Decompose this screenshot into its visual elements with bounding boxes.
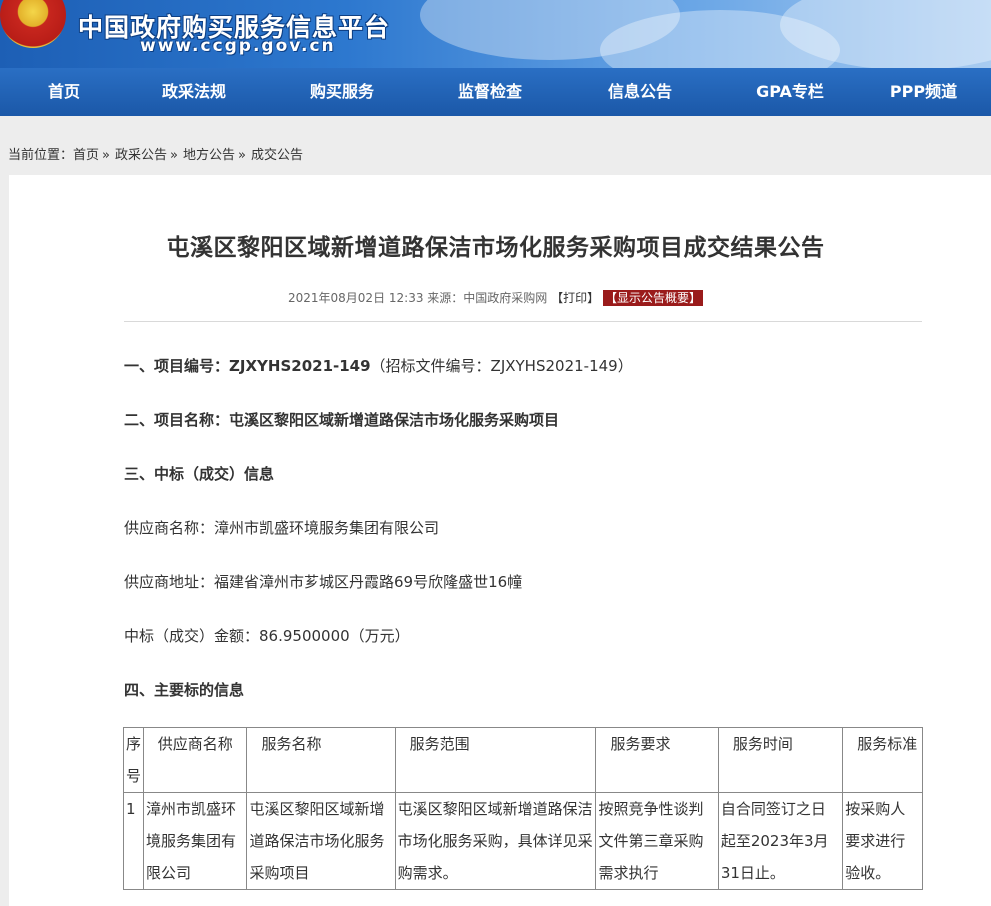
table-header-cell: 服务要求 — [595, 727, 719, 793]
section-heading-winner: 三、中标（成交）信息 — [124, 463, 274, 484]
project-name-line: 二、项目名称：屯溪区黎阳区域新增道路保洁市场化服务采购项目 — [124, 409, 559, 430]
project-code: ZJXYHS2021-149 — [229, 357, 371, 375]
table-cell: 按照竞争性谈判文件第三章采购需求执行 — [595, 792, 719, 890]
table-cell: 按采购人要求进行验收。 — [842, 792, 923, 890]
breadcrumb: 当前位置：首页» 政采公告» 地方公告» 成交公告 — [8, 144, 303, 163]
table-header-cell: 服务范围 — [394, 727, 597, 793]
supplier-name-line: 供应商名称：漳州市凯盛环境服务集团有限公司 — [124, 519, 440, 537]
site-url: www.ccgp.gov.cn — [140, 36, 336, 56]
table-header-row: 序号 供应商名称 服务名称 服务范围 服务要求 服务时间 服务标准 — [122, 727, 923, 793]
table-cell: 1 — [122, 792, 145, 890]
table-row: 1 漳州市凯盛环境服务集团有限公司 屯溪区黎阳区域新增道路保洁市场化服务采购项目… — [122, 792, 923, 890]
winner-heading: 三、中标（成交）信息 — [124, 465, 275, 483]
show-summary-button[interactable]: 【显示公告概要】 — [602, 290, 703, 306]
table-header-cell: 服务时间 — [717, 727, 844, 793]
nav-item-purchase-services[interactable]: 购买服务 — [260, 68, 424, 116]
supplier-address-line: 供应商地址：福建省漳州市芗城区丹霞路69号欣隆盛世16幢 — [124, 573, 523, 591]
tender-doc-code: （招标文件编号：ZJXYHS2021-149） — [370, 357, 633, 375]
subject-heading: 四、主要标的信息 — [124, 681, 245, 699]
nav-item-ppp[interactable]: PPP频道 — [856, 68, 991, 116]
breadcrumb-separator: » — [170, 148, 178, 163]
table-header-cell: 服务标准 — [842, 727, 923, 793]
print-link[interactable]: 【打印】 — [551, 291, 599, 305]
section-heading-subject: 四、主要标的信息 — [124, 679, 244, 700]
breadcrumb-separator: » — [238, 148, 246, 163]
breadcrumb-local-notices[interactable]: 地方公告 — [183, 148, 235, 163]
article-source: 来源：中国政府采购网 — [427, 291, 548, 305]
project-code-label: 一、项目编号： — [124, 357, 230, 375]
breadcrumb-prefix: 当前位置： — [8, 148, 74, 163]
nav-item-gpa[interactable]: GPA专栏 — [724, 68, 856, 116]
breadcrumb-notices[interactable]: 政采公告 — [115, 148, 167, 163]
table-header-cell: 序号 — [122, 727, 145, 793]
article-meta: 2021年08月02日 12:33 来源：中国政府采购网 【打印】 【显示公告概… — [0, 289, 991, 306]
nav-item-announcements[interactable]: 信息公告 — [556, 68, 724, 116]
national-emblem-icon — [0, 0, 66, 48]
subject-table: 序号 供应商名称 服务名称 服务范围 服务要求 服务时间 服务标准 1 漳州市凯… — [122, 727, 923, 890]
table-header-cell: 供应商名称 — [143, 727, 248, 793]
amount-line: 中标（成交）金额：86.9500000（万元） — [124, 627, 410, 645]
site-banner: 中国政府购买服务信息平台 www.ccgp.gov.cn — [0, 0, 991, 68]
page-title: 屯溪区黎阳区域新增道路保洁市场化服务采购项目成交结果公告 — [166, 235, 825, 261]
breadcrumb-deal-notices[interactable]: 成交公告 — [251, 148, 303, 163]
breadcrumb-separator: » — [102, 148, 110, 163]
table-cell: 屯溪区黎阳区域新增道路保洁市场化服务采购，具体详见采购需求。 — [394, 792, 597, 890]
nav-item-regulations[interactable]: 政采法规 — [128, 68, 260, 116]
divider — [124, 321, 922, 322]
project-code-line: 一、项目编号：ZJXYHS2021-149（招标文件编号：ZJXYHS2021-… — [124, 355, 633, 376]
publish-date: 2021年08月02日 12:33 — [287, 291, 424, 305]
table-header-cell: 服务名称 — [246, 727, 396, 793]
nav-item-home[interactable]: 首页 — [0, 68, 128, 116]
nav-item-supervision[interactable]: 监督检查 — [424, 68, 556, 116]
main-nav: 首页 政采法规 购买服务 监督检查 信息公告 GPA专栏 PPP频道 — [0, 68, 991, 116]
project-name: 二、项目名称：屯溪区黎阳区域新增道路保洁市场化服务采购项目 — [124, 411, 560, 429]
table-cell: 漳州市凯盛环境服务集团有限公司 — [143, 792, 248, 890]
breadcrumb-home[interactable]: 首页 — [73, 148, 99, 163]
table-cell: 屯溪区黎阳区域新增道路保洁市场化服务采购项目 — [246, 792, 396, 890]
table-cell: 自合同签订之日起至2023年3月31日止。 — [717, 792, 844, 890]
